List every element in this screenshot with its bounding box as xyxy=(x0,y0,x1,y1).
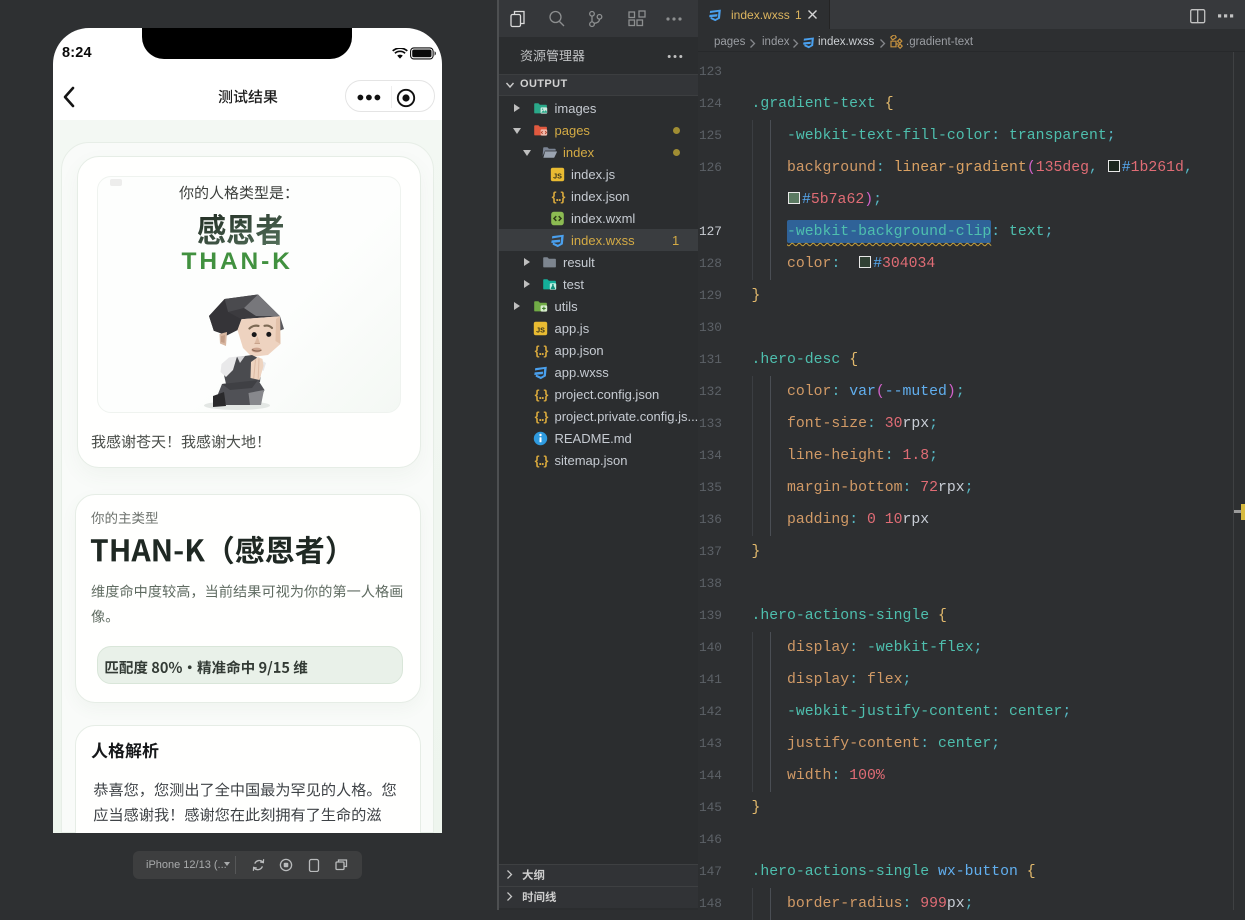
svg-text:{..}: {..} xyxy=(551,189,565,203)
svg-text:JS: JS xyxy=(536,325,545,334)
svg-text:JS: JS xyxy=(553,171,562,180)
svg-text:{..}: {..} xyxy=(535,387,549,401)
svg-text:{..}: {..} xyxy=(535,453,549,467)
svg-text:{..}: {..} xyxy=(535,343,549,357)
svg-text:{..}: {..} xyxy=(535,409,549,423)
